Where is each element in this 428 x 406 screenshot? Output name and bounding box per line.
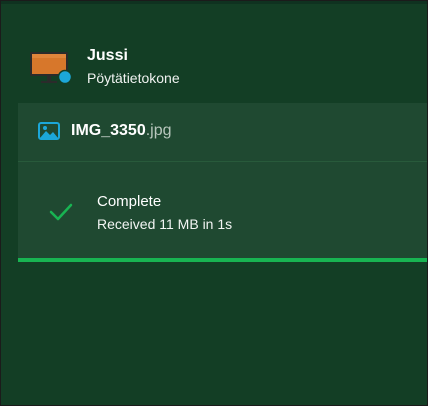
device-name: Jussi (87, 47, 128, 64)
check-icon (49, 203, 73, 221)
device-header: Jussi Pöytätietokone (1, 1, 427, 101)
progress-bar (18, 258, 427, 262)
status-title: Complete (97, 193, 162, 210)
file-name: IMG_3350.jpg (71, 122, 172, 140)
image-file-icon (38, 122, 60, 140)
file-basename: IMG_3350 (71, 122, 146, 139)
transfer-status: Complete Received 11 MB in 1s (18, 162, 427, 258)
progress-fill (18, 258, 427, 262)
device-type: Pöytätietokone (87, 70, 180, 86)
share-window: Jussi Pöytätietokone IMG_3350.jpg Comple… (0, 0, 428, 406)
file-item[interactable]: IMG_3350.jpg (18, 103, 427, 161)
desktop-computer-icon (30, 52, 73, 85)
status-detail: Received 11 MB in 1s (97, 216, 233, 232)
file-extension: .jpg (145, 122, 172, 139)
